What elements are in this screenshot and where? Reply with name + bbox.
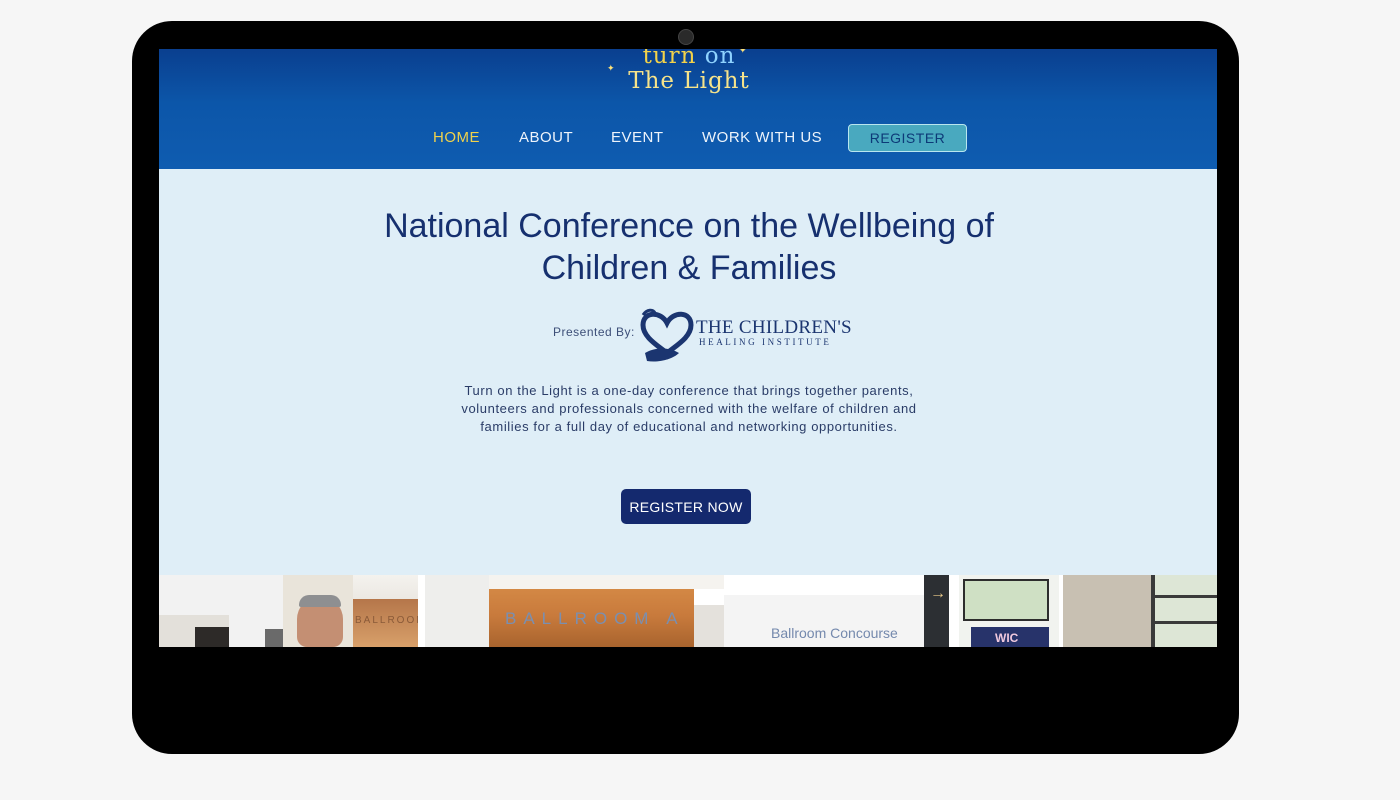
- presenter-subtitle: Healing Institute: [699, 337, 832, 347]
- turn-on-the-light-logo[interactable]: ✦ ✦ turn on The Light: [599, 49, 779, 103]
- hero-description: Turn on the Light is a one-day conferenc…: [461, 383, 917, 434]
- presented-by-label: Presented By:: [553, 325, 635, 339]
- photo-ballroom-entrance: BALLROOM A Ballroom Concourse →: [425, 575, 949, 647]
- presenter-name: The Children's: [696, 317, 852, 338]
- arrow-right-icon: →: [930, 585, 946, 602]
- register-button[interactable]: REGISTER: [848, 124, 967, 152]
- photo-wic-booth: WIC: [959, 575, 1217, 647]
- main-nav: HOME ABOUT EVENT WORK WITH US: [159, 129, 1217, 151]
- website-screen: ✦ ✦ turn on The Light HOME ABOUT EVENT W…: [159, 49, 1217, 647]
- camera-icon: [678, 29, 694, 45]
- sparkle-icon: ✦: [739, 49, 747, 55]
- laptop-frame: ✦ ✦ turn on The Light HOME ABOUT EVENT W…: [132, 21, 1239, 754]
- logo-line-2: The Light: [628, 68, 750, 94]
- concourse-sign: Ballroom Concourse: [771, 625, 898, 641]
- sparkle-icon: ✦: [607, 63, 615, 73]
- nav-work-with-us[interactable]: WORK WITH US: [702, 129, 822, 146]
- ballroom-sign: BALLROOM A: [505, 609, 685, 628]
- register-now-button[interactable]: REGISTER NOW: [621, 489, 751, 524]
- photo-speaker: BALLROOM A: [159, 575, 418, 647]
- site-header: ✦ ✦ turn on The Light HOME ABOUT EVENT W…: [159, 49, 1217, 169]
- logo-line-1: turn on: [642, 49, 736, 69]
- ballroom-sign-small: BALLROOM A: [355, 615, 418, 626]
- nav-about[interactable]: ABOUT: [519, 129, 573, 146]
- nav-home[interactable]: HOME: [433, 129, 480, 146]
- nav-event[interactable]: EVENT: [611, 129, 664, 146]
- wic-sign: WIC: [995, 631, 1019, 645]
- screen-bottom-bezel: [159, 647, 1217, 754]
- heart-hand-icon: [640, 308, 694, 362]
- photo-strip: BALLROOM A BALLROOM A Ballroom Concourse…: [159, 575, 1217, 647]
- page-title: National Conference on the Wellbeing of …: [384, 207, 994, 287]
